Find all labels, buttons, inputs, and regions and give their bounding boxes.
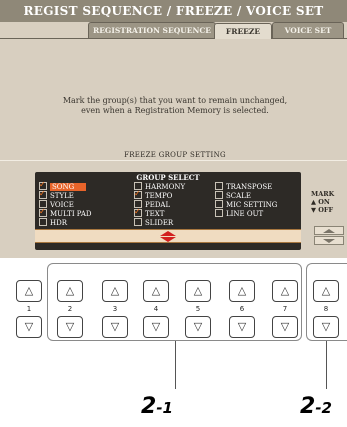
triangle-down-icon: ▽: [65, 320, 75, 333]
button-number-4: 4: [153, 305, 159, 313]
button-number-1: 1: [26, 305, 32, 313]
button-3-down[interactable]: ▽: [102, 316, 128, 338]
callout-2-2-substep: -2: [315, 399, 332, 417]
checkbox-icon[interactable]: [215, 182, 223, 190]
callout-2-2: 2-2: [300, 394, 332, 419]
checkbox-checked-icon[interactable]: [39, 189, 47, 199]
freeze-group-setting-label: FREEZE GROUP SETTING: [90, 151, 260, 159]
mark-on-label: ▲ ON: [311, 198, 330, 206]
triangle-up-icon: △: [193, 284, 203, 297]
button-8-up[interactable]: △: [313, 280, 339, 302]
screen-title: REGIST SEQUENCE / FREEZE / VOICE SET: [0, 0, 347, 22]
group-item-line-out[interactable]: LINE OUT: [215, 209, 263, 218]
checkbox-checked-icon[interactable]: [134, 207, 142, 217]
tab-freeze[interactable]: FREEZE: [214, 23, 272, 39]
button-7-up[interactable]: △: [272, 280, 298, 302]
triangle-up-icon: △: [110, 284, 120, 297]
button-6-up[interactable]: △: [229, 280, 255, 302]
mark-off-button[interactable]: [314, 236, 344, 245]
button-1-up[interactable]: △: [16, 280, 42, 302]
checkbox-checked-icon[interactable]: [134, 189, 142, 199]
button-number-8: 8: [323, 305, 329, 313]
triangle-down-icon: ▽: [24, 320, 34, 333]
checkbox-checked-icon[interactable]: [39, 207, 47, 217]
cursor-down-arrow-icon[interactable]: [160, 237, 176, 242]
triangle-down-icon: ▽: [237, 320, 247, 333]
triangle-down-icon: ▽: [151, 320, 161, 333]
checkbox-icon[interactable]: [215, 191, 223, 199]
button-number-6: 6: [239, 305, 245, 313]
button-number-2: 2: [67, 305, 73, 313]
lcd-screen: REGIST SEQUENCE / FREEZE / VOICE SET REG…: [0, 0, 347, 258]
mark-label: MARK ▲ ON ▼ OFF: [311, 190, 347, 214]
group-item-tempo[interactable]: TEMPO: [134, 189, 172, 200]
triangle-down-icon: ▽: [110, 320, 120, 333]
button-6-down[interactable]: ▽: [229, 316, 255, 338]
triangle-up-icon: △: [280, 284, 290, 297]
triangle-up-icon: [323, 229, 335, 233]
button-number-5: 5: [195, 305, 201, 313]
button-group-frame-2-1: [47, 263, 302, 341]
button-1-down[interactable]: ▽: [16, 316, 42, 338]
callout-2-1: 2-1: [141, 394, 173, 419]
mark-off-label: ▼ OFF: [311, 206, 334, 214]
group-item-multi-pad[interactable]: MULTI PAD: [39, 207, 92, 218]
checkbox-icon[interactable]: [39, 218, 47, 226]
button-4-up[interactable]: △: [143, 280, 169, 302]
cursor-up-arrow-icon[interactable]: [160, 231, 176, 236]
group-item-harmony[interactable]: HARMONY: [134, 182, 185, 191]
button-4-down[interactable]: ▽: [143, 316, 169, 338]
message-line-1: Mark the group(s) that you want to remai…: [62, 96, 288, 105]
button-5-down[interactable]: ▽: [185, 316, 211, 338]
checkbox-icon[interactable]: [134, 218, 142, 226]
group-item-style[interactable]: STYLE: [39, 189, 74, 200]
button-number-7: 7: [282, 305, 288, 313]
callout-leader-2-2: [326, 341, 327, 389]
tab-registration-sequence[interactable]: REGISTRATION SEQUENCE: [88, 22, 216, 38]
group-item-hdr[interactable]: HDR: [39, 218, 67, 227]
cursor-scroll-bar[interactable]: [35, 229, 301, 243]
freeze-divider: [0, 160, 347, 161]
button-number-3: 3: [112, 305, 118, 313]
mark-on-button[interactable]: [314, 226, 344, 235]
triangle-down-icon: ▽: [193, 320, 203, 333]
button-8-down[interactable]: ▽: [313, 316, 339, 338]
triangle-down-icon: ▽: [280, 320, 290, 333]
button-2-up[interactable]: △: [57, 280, 83, 302]
triangle-up-icon: △: [65, 284, 75, 297]
instruction-message: Mark the group(s) that you want to remai…: [20, 96, 330, 116]
group-select-title: GROUP SELECT: [136, 173, 200, 182]
group-item-text[interactable]: TEXT: [134, 207, 164, 218]
button-3-up[interactable]: △: [102, 280, 128, 302]
group-item-song[interactable]: SONG: [39, 180, 87, 191]
checkbox-icon[interactable]: [215, 200, 223, 208]
group-select-panel: GROUP SELECT SONG STYLE VOICE MULTI PAD …: [35, 172, 301, 250]
mark-panel: MARK ▲ ON ▼ OFF: [311, 172, 347, 250]
group-item-slider[interactable]: SLIDER: [134, 218, 173, 227]
triangle-up-icon: △: [237, 284, 247, 297]
callout-leader-2-1: [175, 341, 176, 389]
callout-2-2-step: 2: [300, 394, 316, 419]
triangle-down-icon: ▽: [321, 320, 331, 333]
message-line-2: even when a Registration Memory is selec…: [81, 106, 269, 115]
triangle-down-icon: [323, 239, 335, 243]
checkbox-icon[interactable]: [215, 209, 223, 217]
callout-2-1-substep: -1: [156, 399, 173, 417]
group-item-mic-setting[interactable]: MIC SETTING: [215, 200, 277, 209]
button-5-up[interactable]: △: [185, 280, 211, 302]
button-7-down[interactable]: ▽: [272, 316, 298, 338]
group-item-transpose[interactable]: TRANSPOSE: [215, 182, 272, 191]
button-2-down[interactable]: ▽: [57, 316, 83, 338]
triangle-up-icon: △: [151, 284, 161, 297]
tab-divider: [0, 38, 347, 39]
group-item-scale[interactable]: SCALE: [215, 191, 251, 200]
mark-title: MARK: [311, 190, 335, 198]
triangle-up-icon: △: [24, 284, 34, 297]
triangle-up-icon: △: [321, 284, 331, 297]
callout-2-1-step: 2: [141, 394, 157, 419]
tab-voice-set[interactable]: VOICE SET: [272, 22, 344, 38]
